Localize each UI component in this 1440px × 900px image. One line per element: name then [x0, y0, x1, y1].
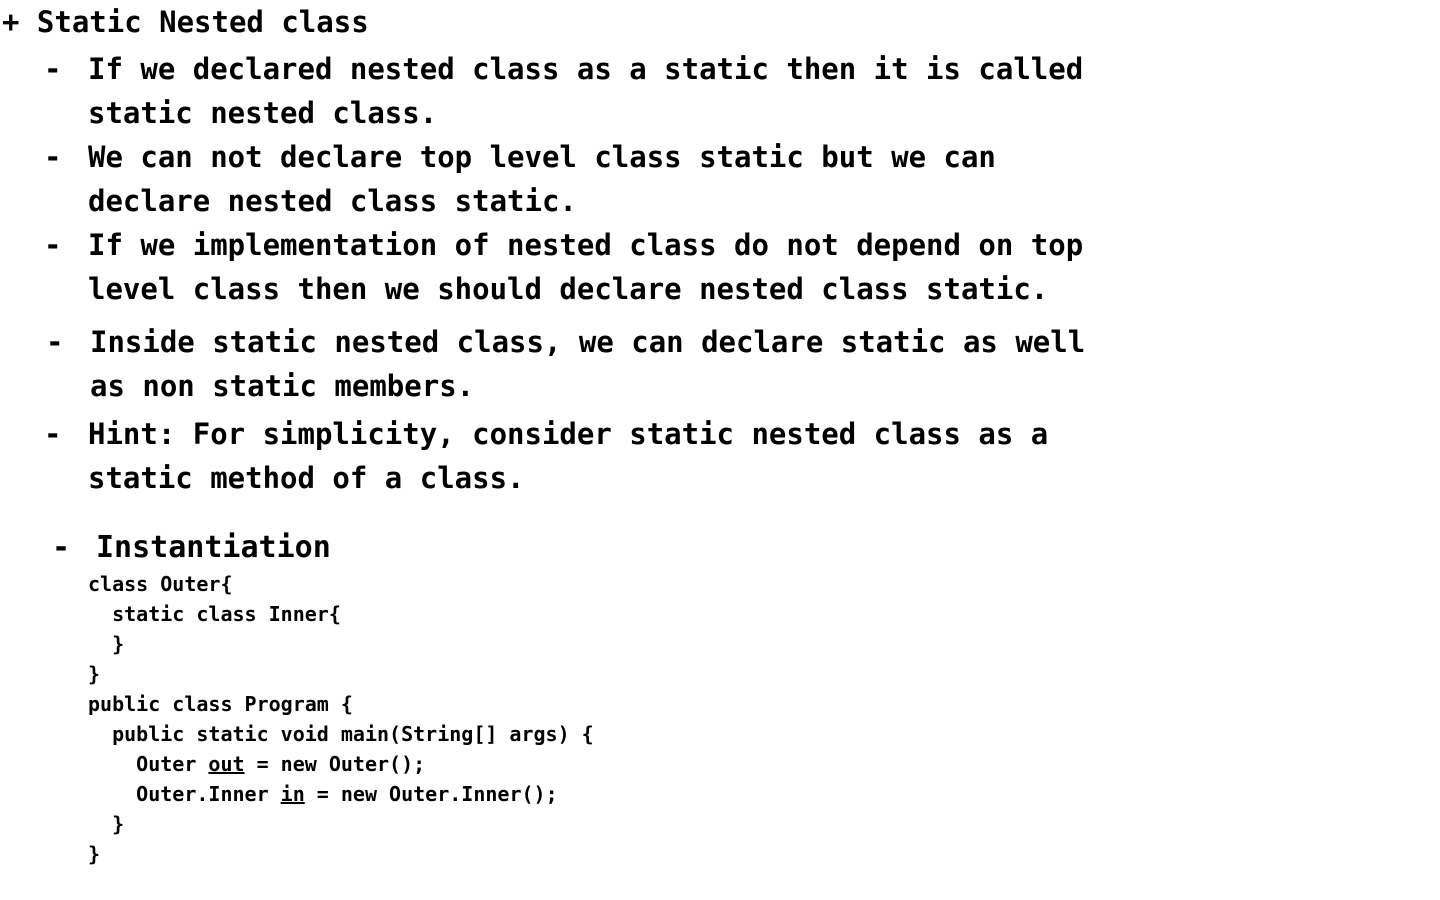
- bullet-text: If we implementation of nested class do …: [88, 228, 1084, 306]
- bullet-dash: -: [44, 228, 62, 262]
- bullet-item: - Hint: For simplicity, consider static …: [44, 412, 1384, 500]
- code-line: }: [88, 632, 125, 656]
- code-variable-out: out: [208, 752, 245, 776]
- code-line: }: [88, 662, 101, 686]
- code-line: }: [88, 842, 101, 866]
- code-line: public class Program {: [88, 692, 353, 716]
- bullet-item: - Inside static nested class, we can dec…: [46, 320, 1386, 408]
- bullet-dash: -: [52, 530, 71, 565]
- code-line: static class Inner{: [88, 602, 341, 626]
- code-block: class Outer{ static class Inner{ } } pub…: [88, 569, 594, 869]
- bullet-dash: -: [44, 417, 62, 451]
- bullet-dash: -: [44, 140, 62, 174]
- code-text: = new Outer.Inner();: [304, 782, 558, 806]
- code-variable-in: in: [280, 782, 305, 806]
- bullet-item-instantiation: - Instantiation: [52, 526, 1392, 570]
- code-line: Outer.Inner in = new Outer.Inner();: [88, 779, 594, 809]
- bullet-item: - We can not declare top level class sta…: [44, 135, 1384, 223]
- code-line: public static void main(String[] args) {: [88, 722, 594, 746]
- code-text: Outer.Inner: [88, 782, 281, 806]
- bullet-text: We can not declare top level class stati…: [88, 140, 996, 218]
- bullet-text: If we declared nested class as a static …: [88, 52, 1084, 130]
- bullet-dash: -: [46, 325, 64, 359]
- slide-title: + Static Nested class: [2, 5, 369, 39]
- code-line: class Outer{: [88, 572, 233, 596]
- bullet-item: - If we implementation of nested class d…: [44, 223, 1384, 311]
- slide: + Static Nested class - If we declared n…: [0, 0, 1440, 900]
- bullet-text: Inside static nested class, we can decla…: [90, 325, 1086, 403]
- bullet-item: - If we declared nested class as a stati…: [44, 47, 1384, 135]
- code-line: Outer out = new Outer();: [88, 749, 594, 779]
- bullet-dash: -: [44, 52, 62, 86]
- code-text: Outer: [88, 752, 209, 776]
- bullet-text: Instantiation: [96, 530, 331, 565]
- code-line: }: [88, 812, 125, 836]
- code-text: = new Outer();: [244, 752, 426, 776]
- bullet-text: Hint: For simplicity, consider static ne…: [88, 417, 1049, 495]
